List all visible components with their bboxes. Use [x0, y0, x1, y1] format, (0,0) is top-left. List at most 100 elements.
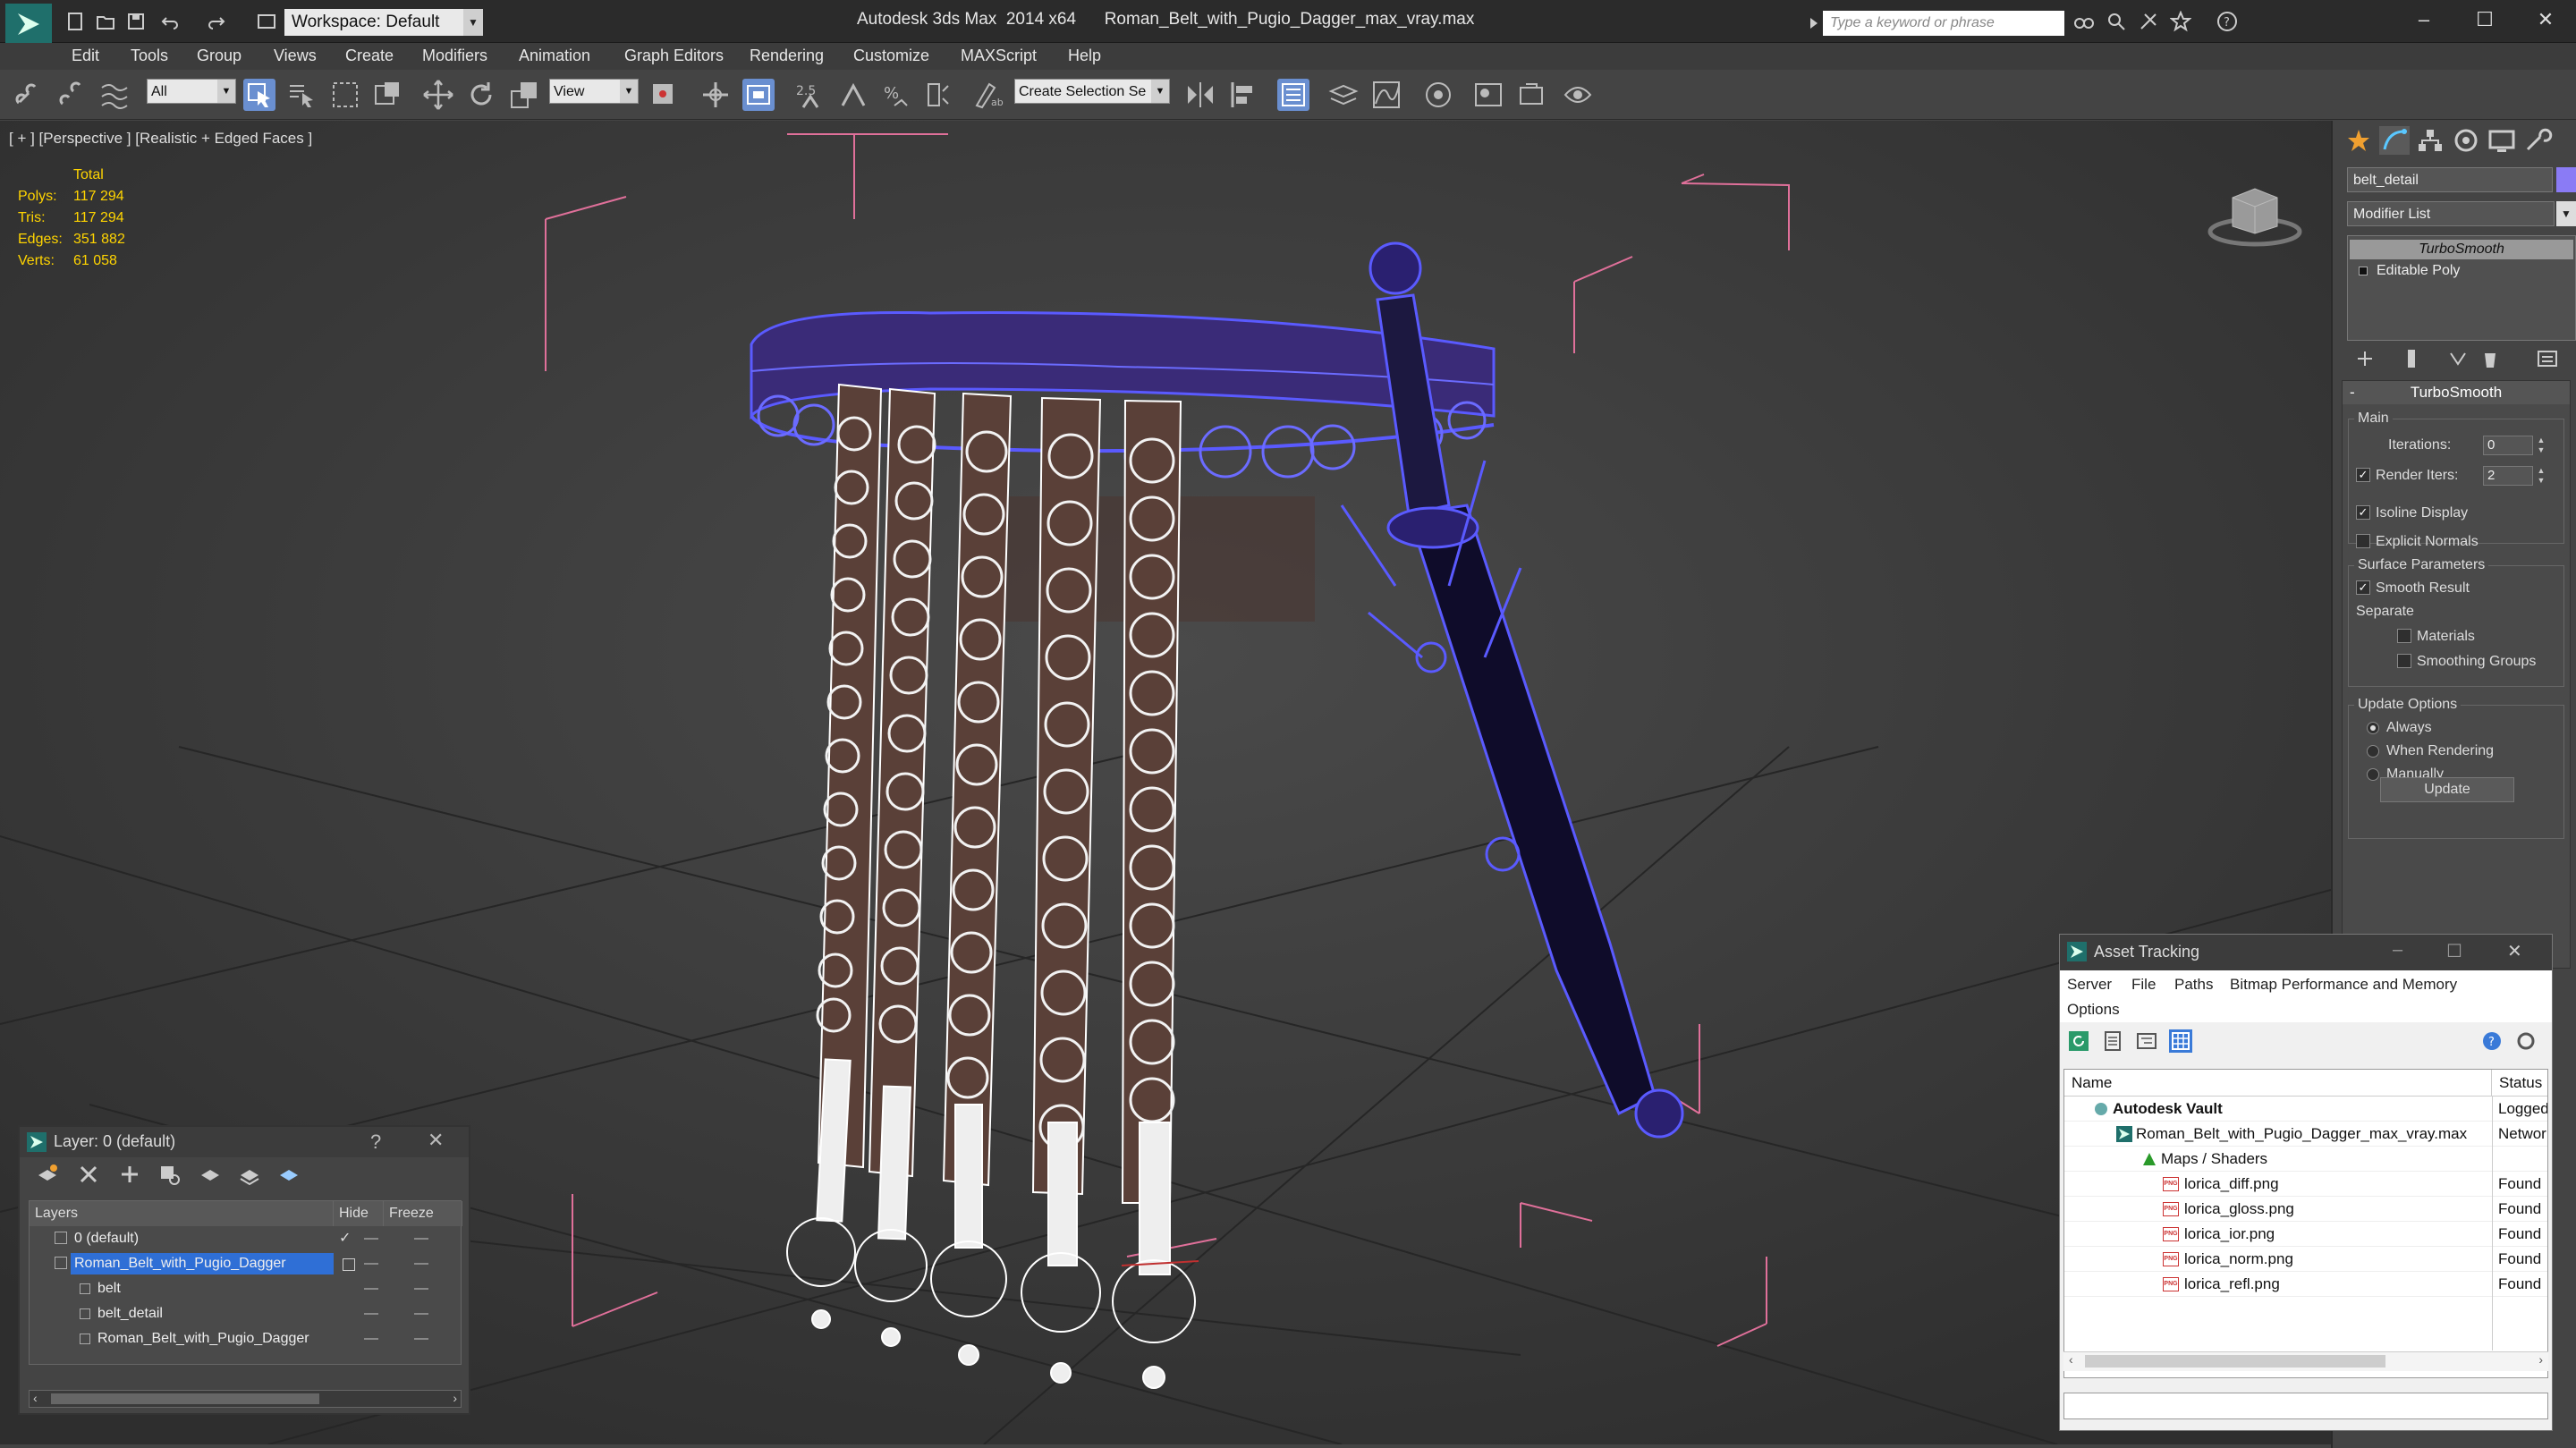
align-icon[interactable] [1227, 79, 1259, 111]
search-input[interactable]: Type a keyword or phrase [1823, 11, 2064, 36]
freeze-toggle[interactable] [414, 1238, 428, 1240]
asset-row[interactable]: PNG lorica_gloss.png Found [2064, 1197, 2547, 1222]
menu-modifiers[interactable]: Modifiers [422, 47, 487, 65]
collapse-icon[interactable]: - [2350, 381, 2355, 404]
close-button[interactable]: ✕ [428, 1129, 444, 1152]
selection-filter-select[interactable]: All ▼ [147, 79, 236, 104]
asset-row[interactable]: PNG lorica_ior.png Found [2064, 1222, 2547, 1247]
schematic-view-icon[interactable] [1422, 79, 1454, 111]
isoline-display-checkbox[interactable]: ✓ [2356, 505, 2370, 520]
layer-row[interactable]: Roman_Belt_with_Pugio_Dagger [30, 1251, 461, 1276]
horizontal-scrollbar[interactable]: ‹ › [2063, 1351, 2548, 1371]
configure-modifier-sets-icon[interactable] [2535, 346, 2560, 371]
asset-row[interactable]: Maps / Shaders [2064, 1147, 2547, 1172]
freeze-toggle[interactable] [414, 1288, 428, 1290]
keyboard-shortcut-override-icon[interactable] [742, 79, 775, 111]
scroll-left-icon[interactable]: ‹ [2069, 1352, 2073, 1367]
new-file-icon[interactable] [64, 11, 86, 32]
minimize-button[interactable]: – [2397, 0, 2451, 39]
hierarchy-tab-icon[interactable] [2415, 126, 2445, 155]
materials-checkbox[interactable] [2397, 629, 2411, 643]
freeze-all-layers-icon[interactable] [277, 1163, 301, 1186]
workspace-select[interactable]: Workspace: Default [284, 9, 479, 36]
select-and-manipulate-icon[interactable] [699, 79, 732, 111]
select-object-icon[interactable] [243, 79, 275, 111]
chevron-down-icon[interactable]: ▼ [2556, 201, 2576, 226]
named-selection-set-select[interactable]: Create Selection Se ▼ [1014, 79, 1170, 104]
settings-icon[interactable] [2514, 1029, 2538, 1053]
select-and-link-icon[interactable] [13, 79, 45, 111]
close-button[interactable]: ✕ [2507, 940, 2522, 962]
hide-toggle[interactable] [364, 1338, 378, 1340]
layer-row[interactable]: 0 (default) ✓ [30, 1226, 461, 1251]
open-file-icon[interactable] [95, 11, 116, 32]
select-by-name-icon[interactable] [286, 79, 318, 111]
scrollbar-thumb[interactable] [2085, 1355, 2385, 1368]
subscription-icon[interactable] [2106, 11, 2127, 32]
pin-stack-icon[interactable] [2352, 346, 2377, 371]
chevron-down-icon[interactable]: ▼ [463, 9, 483, 36]
asset-row[interactable]: Autodesk Vault Logged [2064, 1097, 2547, 1122]
menu-views[interactable]: Views [274, 47, 317, 65]
menu-graph-editors[interactable]: Graph Editors [624, 47, 724, 65]
render-production-icon[interactable] [1562, 79, 1594, 111]
modifier-list-select[interactable]: Modifier List [2347, 201, 2555, 226]
communication-center-icon[interactable] [2138, 11, 2159, 32]
column-header-status[interactable]: Status [2492, 1070, 2547, 1097]
explicit-normals-checkbox[interactable] [2356, 534, 2370, 548]
update-button[interactable]: Update [2380, 777, 2514, 802]
pivot-point-center-icon[interactable] [648, 79, 680, 111]
select-and-scale-icon[interactable] [508, 79, 540, 111]
menu-file[interactable]: File [2131, 976, 2156, 994]
hide-toggle[interactable] [364, 1313, 378, 1315]
menu-animation[interactable]: Animation [519, 47, 590, 65]
freeze-toggle[interactable] [414, 1263, 428, 1265]
make-unique-icon[interactable] [2445, 346, 2470, 371]
select-and-rotate-icon[interactable] [465, 79, 497, 111]
column-header-freeze[interactable]: Freeze [384, 1201, 462, 1226]
menu-help[interactable]: Help [1068, 47, 1101, 65]
reference-coordinate-select[interactable]: View ▼ [549, 79, 639, 104]
help-button[interactable]: ? [370, 1130, 381, 1154]
column-header-layers[interactable]: Layers [30, 1201, 334, 1226]
update-when-rendering-radio[interactable] [2367, 745, 2379, 758]
asset-path-field[interactable] [2063, 1393, 2548, 1419]
layer-window-titlebar[interactable]: Layer: 0 (default) ? ✕ [20, 1127, 469, 1157]
freeze-toggle[interactable] [414, 1338, 428, 1340]
select-and-move-icon[interactable] [422, 79, 454, 111]
material-editor-icon[interactable] [1472, 79, 1504, 111]
asset-row[interactable]: PNG lorica_norm.png Found [2064, 1247, 2547, 1272]
maximize-button[interactable]: ☐ [2458, 0, 2512, 39]
minimize-button[interactable]: – [2393, 940, 2402, 961]
remove-modifier-icon[interactable] [2478, 346, 2503, 371]
scroll-left-icon[interactable]: ‹ [33, 1391, 38, 1405]
iterations-spinner[interactable]: 0 [2483, 436, 2533, 455]
hide-toggle[interactable] [364, 1238, 378, 1240]
layer-row[interactable]: Roman_Belt_with_Pugio_Dagger [30, 1326, 461, 1351]
favorites-star-icon[interactable] [2169, 10, 2192, 32]
curve-editor-icon[interactable] [1370, 79, 1402, 111]
asset-window-titlebar[interactable]: Asset Tracking – ☐ ✕ [2060, 935, 2552, 970]
mirror-icon[interactable] [1184, 79, 1216, 111]
checkmark-icon[interactable]: ✓ [339, 1226, 351, 1251]
spinner-arrows-icon[interactable]: ▲ ▼ [2535, 436, 2547, 455]
select-objects-in-layer-icon[interactable] [157, 1163, 181, 1186]
scroll-right-icon[interactable]: › [453, 1391, 457, 1405]
help-icon[interactable]: ? [2480, 1029, 2504, 1053]
undo-icon[interactable] [159, 11, 181, 32]
menu-rendering[interactable]: Rendering [750, 47, 824, 65]
render-setup-icon[interactable] [1515, 79, 1547, 111]
menu-maxscript[interactable]: MAXScript [961, 47, 1037, 65]
save-icon[interactable] [125, 11, 147, 32]
angle-snap-icon[interactable] [837, 79, 869, 111]
update-manually-radio[interactable] [2367, 768, 2379, 781]
stack-item-turbosmooth[interactable]: TurboSmooth [2350, 240, 2573, 259]
binoculars-icon[interactable] [2073, 11, 2095, 32]
current-layer-icon[interactable] [343, 1258, 355, 1271]
snaps-toggle-icon[interactable]: 2.5 [794, 79, 826, 111]
menu-tools[interactable]: Tools [131, 47, 168, 65]
motion-tab-icon[interactable] [2451, 126, 2481, 155]
redo-icon[interactable] [206, 11, 227, 32]
close-button[interactable]: ✕ [2519, 0, 2572, 39]
column-header-hide[interactable]: Hide [334, 1201, 384, 1226]
